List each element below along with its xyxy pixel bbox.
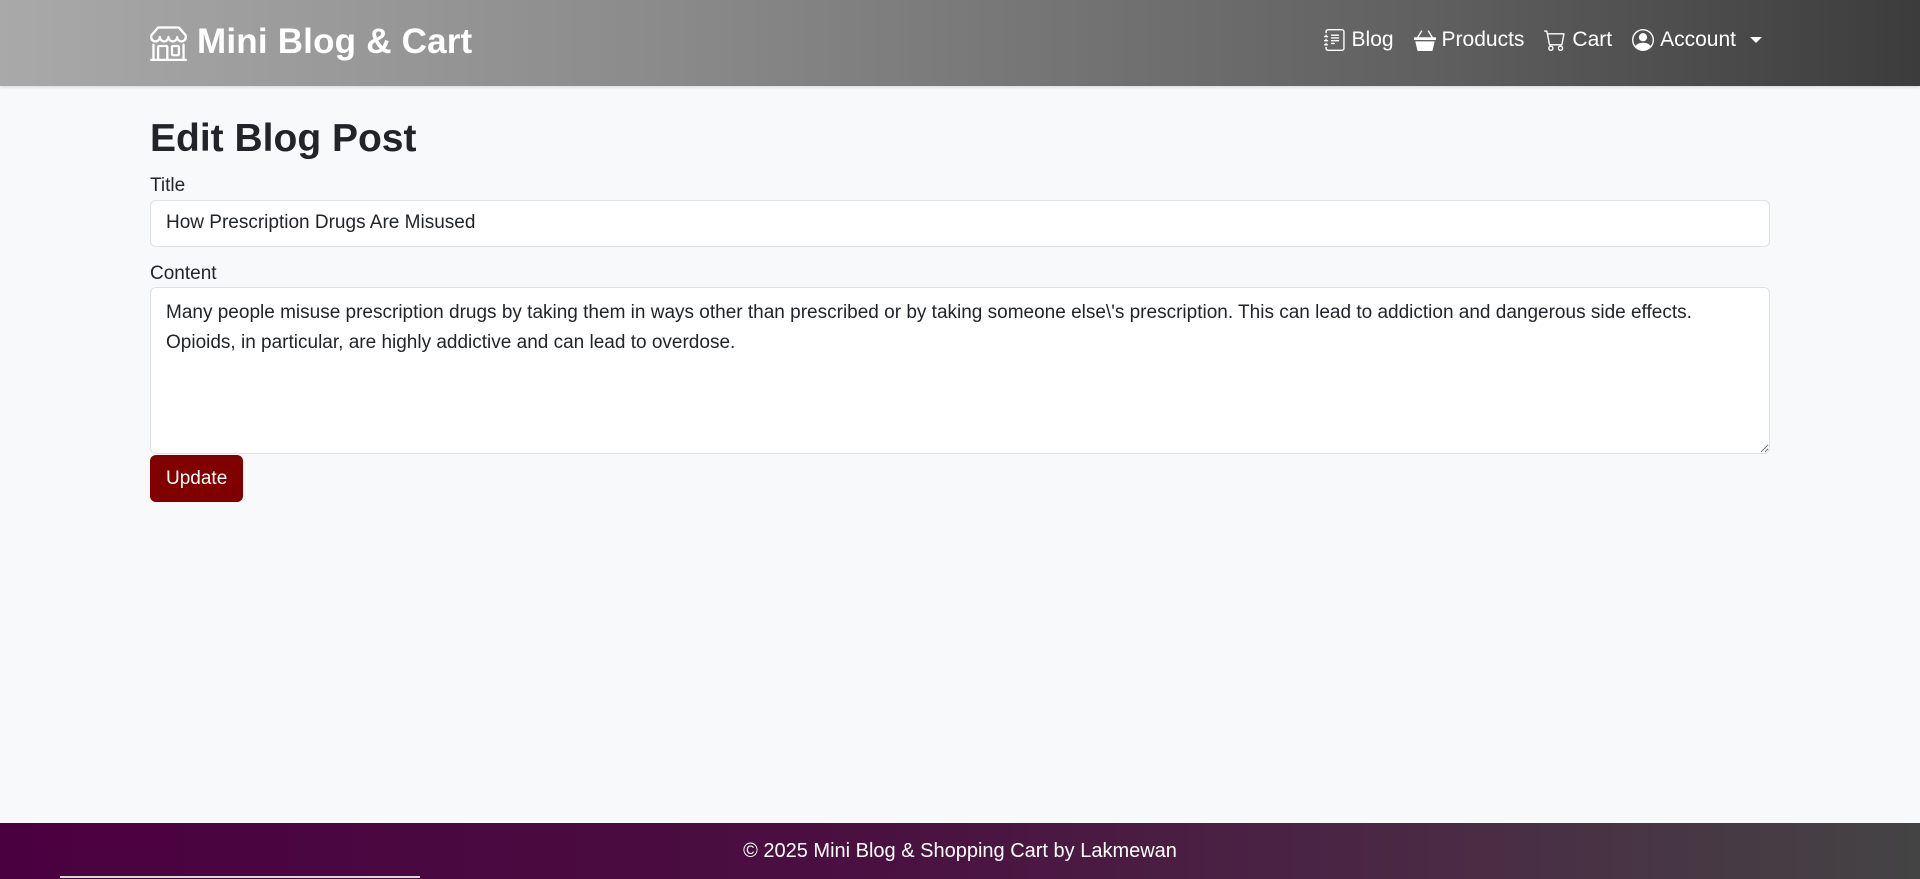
nav-cart-label: Cart xyxy=(1572,28,1613,51)
brand-title: Mini Blog & Cart xyxy=(197,22,473,61)
title-label: Title xyxy=(150,174,186,196)
page-title: Edit Blog Post xyxy=(150,117,417,160)
brand-link[interactable]: Mini Blog & Cart xyxy=(150,22,472,62)
content-textarea[interactable]: Many people misuse prescription drugs by… xyxy=(150,287,1770,455)
nav-cart-link[interactable]: Cart xyxy=(1544,28,1612,52)
nav-menu: Blog Products Cart Account xyxy=(1323,28,1762,52)
edit-post-form: Title Content Many people misuse prescri… xyxy=(150,175,1770,503)
top-navbar: Mini Blog & Cart Blog Products Cart Acco… xyxy=(0,0,1920,86)
main-content: Edit Blog Post Title Content Many people… xyxy=(150,86,1770,503)
nav-blog-link[interactable]: Blog xyxy=(1323,28,1394,52)
nav-account-dropdown[interactable]: Account xyxy=(1632,28,1762,52)
page-footer: © 2025 Mini Blog & Shopping Cart by Lakm… xyxy=(0,823,1920,879)
shop-icon xyxy=(150,25,187,61)
journal-icon xyxy=(1323,29,1345,51)
title-input[interactable] xyxy=(150,199,1770,247)
cart-icon xyxy=(1544,30,1566,51)
chevron-down-icon xyxy=(1750,37,1762,43)
horizontal-scrollbar[interactable] xyxy=(60,876,420,878)
basket-icon xyxy=(1413,30,1436,51)
nav-account-label: Account xyxy=(1660,28,1736,51)
nav-products-link[interactable]: Products xyxy=(1413,28,1525,52)
nav-blog-label: Blog xyxy=(1351,28,1394,51)
footer-copyright: © 2025 Mini Blog & Shopping Cart by Lakm… xyxy=(743,839,1177,862)
person-circle-icon xyxy=(1632,29,1655,51)
nav-products-label: Products xyxy=(1441,28,1525,51)
content-label: Content xyxy=(150,262,217,284)
update-button[interactable]: Update xyxy=(150,455,244,503)
